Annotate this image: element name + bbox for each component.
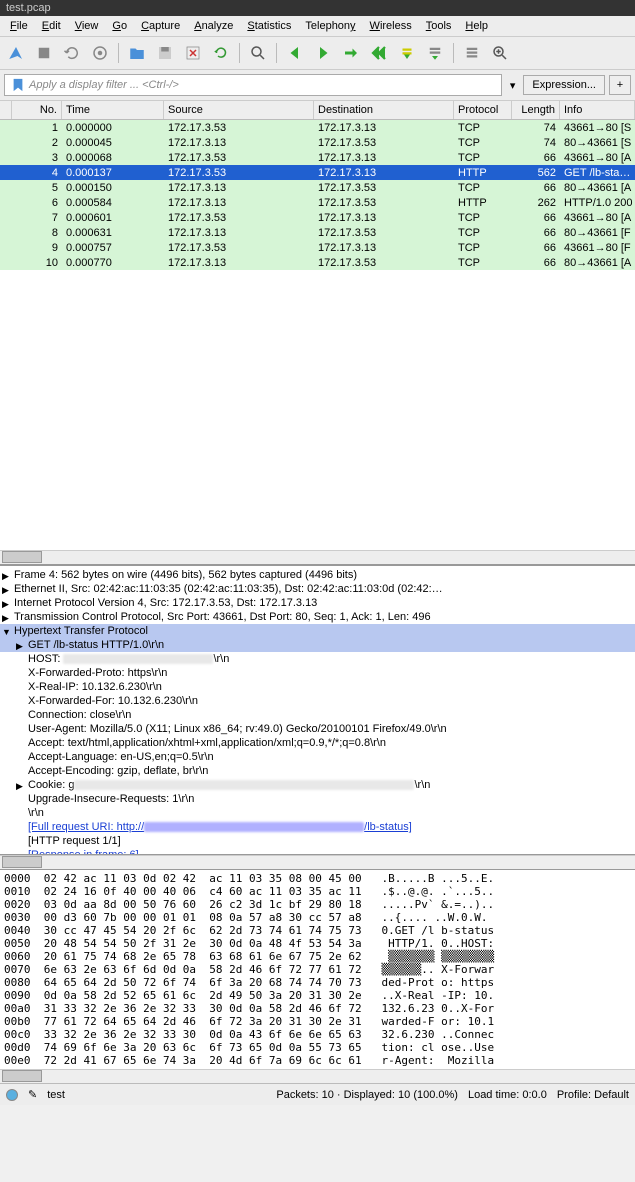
packet-row[interactable]: 30.000068172.17.3.53172.17.3.13TCP664366…	[0, 150, 635, 165]
next-icon[interactable]	[311, 41, 335, 65]
goto-icon[interactable]	[339, 41, 363, 65]
packet-row[interactable]: →40.000137172.17.3.53172.17.3.13HTTP562G…	[0, 165, 635, 180]
menu-capture[interactable]: Capture	[135, 18, 186, 34]
last-icon[interactable]	[395, 41, 419, 65]
menu-tools[interactable]: Tools	[420, 18, 458, 34]
detail-xri[interactable]: X-Real-IP: 10.132.6.230\r\n	[0, 680, 635, 694]
detail-acclang[interactable]: Accept-Language: en-US,en;q=0.5\r\n	[0, 750, 635, 764]
detail-http[interactable]: ▼Hypertext Transfer Protocol	[0, 624, 635, 638]
menu-statistics[interactable]: Statistics	[241, 18, 297, 34]
detail-upgrade[interactable]: Upgrade-Insecure-Requests: 1\r\n	[0, 792, 635, 806]
filter-toolbar: Apply a display filter ... <Ctrl-/> ▾ Ex…	[0, 70, 635, 101]
detail-req-num[interactable]: [HTTP request 1/1]	[0, 834, 635, 848]
col-source[interactable]: Source	[164, 101, 314, 119]
restart-icon[interactable]	[60, 41, 84, 65]
packet-row[interactable]: 50.000150172.17.3.13172.17.3.53TCP6680→4…	[0, 180, 635, 195]
options-icon[interactable]	[88, 41, 112, 65]
status-load: Load time: 0:0.0	[468, 1089, 547, 1101]
detail-full-uri[interactable]: [Full request URI: http:///lb-status]	[0, 820, 635, 834]
packet-row[interactable]: 20.000045172.17.3.13172.17.3.53TCP7480→4…	[0, 135, 635, 150]
detail-ethernet[interactable]: ▶Ethernet II, Src: 02:42:ac:11:03:35 (02…	[0, 582, 635, 596]
col-length[interactable]: Length	[512, 101, 560, 119]
first-icon[interactable]	[367, 41, 391, 65]
detail-cookie[interactable]: ▶Cookie: g\r\n	[0, 778, 635, 792]
packet-row[interactable]: 10.000000172.17.3.53172.17.3.13TCP744366…	[0, 120, 635, 135]
main-toolbar	[0, 37, 635, 70]
status-file: test	[47, 1089, 65, 1101]
detail-tcp[interactable]: ▶Transmission Control Protocol, Src Port…	[0, 610, 635, 624]
colorize-icon[interactable]	[460, 41, 484, 65]
detail-xff[interactable]: X-Forwarded-For: 10.132.6.230\r\n	[0, 694, 635, 708]
packet-list-header[interactable]: No. Time Source Destination Protocol Len…	[0, 101, 635, 120]
menu-view[interactable]: View	[69, 18, 105, 34]
packet-row[interactable]: 100.000770172.17.3.13172.17.3.53TCP6680→…	[0, 255, 635, 270]
status-bar: ✎ test Packets: 10 · Displayed: 10 (100.…	[0, 1083, 635, 1105]
open-icon[interactable]	[125, 41, 149, 65]
col-time[interactable]: Time	[62, 101, 164, 119]
menu-edit[interactable]: Edit	[36, 18, 67, 34]
detail-crlf[interactable]: \r\n	[0, 806, 635, 820]
detail-ip[interactable]: ▶Internet Protocol Version 4, Src: 172.1…	[0, 596, 635, 610]
add-filter-button[interactable]: +	[609, 75, 631, 95]
col-no[interactable]: No.	[12, 101, 62, 119]
autoscroll-icon[interactable]	[423, 41, 447, 65]
prev-icon[interactable]	[283, 41, 307, 65]
detail-resp-frame[interactable]: [Response in frame: 6]	[0, 848, 635, 855]
packet-row[interactable]: 70.000601172.17.3.53172.17.3.13TCP664366…	[0, 210, 635, 225]
hex-hscroll[interactable]	[0, 1069, 635, 1083]
packet-row[interactable]: 80.000631172.17.3.13172.17.3.53TCP6680→4…	[0, 225, 635, 240]
expert-info-icon[interactable]	[6, 1089, 18, 1101]
detail-accenc[interactable]: Accept-Encoding: gzip, deflate, br\r\n	[0, 764, 635, 778]
menu-go[interactable]: Go	[106, 18, 133, 34]
reload-icon[interactable]	[209, 41, 233, 65]
bookmark-icon	[11, 78, 25, 92]
col-info[interactable]: Info	[560, 101, 635, 119]
stop-icon[interactable]	[32, 41, 56, 65]
packet-details-pane[interactable]: ▶Frame 4: 562 bytes on wire (4496 bits),…	[0, 565, 635, 855]
capture-file-comments-icon[interactable]: ✎	[28, 1088, 37, 1101]
menu-file[interactable]: File	[4, 18, 34, 34]
display-filter-input[interactable]: Apply a display filter ... <Ctrl-/>	[4, 74, 502, 96]
menu-telephony[interactable]: Telephony	[299, 18, 361, 34]
detail-host[interactable]: HOST: \r\n	[0, 652, 635, 666]
status-packets: Packets: 10 · Displayed: 10 (100.0%)	[276, 1089, 458, 1101]
menu-wireless[interactable]: Wireless	[364, 18, 418, 34]
find-icon[interactable]	[246, 41, 270, 65]
window-title: test.pcap	[0, 0, 635, 16]
save-icon[interactable]	[153, 41, 177, 65]
menu-bar: File Edit View Go Capture Analyze Statis…	[0, 16, 635, 37]
shark-fin-icon[interactable]	[4, 41, 28, 65]
expression-button[interactable]: Expression...	[523, 75, 605, 95]
menu-help[interactable]: Help	[459, 18, 494, 34]
close-icon[interactable]	[181, 41, 205, 65]
detail-xfp[interactable]: X-Forwarded-Proto: https\r\n	[0, 666, 635, 680]
detail-frame[interactable]: ▶Frame 4: 562 bytes on wire (4496 bits),…	[0, 568, 635, 582]
detail-ua[interactable]: User-Agent: Mozilla/5.0 (X11; Linux x86_…	[0, 722, 635, 736]
status-profile[interactable]: Profile: Default	[557, 1089, 629, 1101]
zoom-in-icon[interactable]	[488, 41, 512, 65]
packet-list-pane[interactable]: No. Time Source Destination Protocol Len…	[0, 101, 635, 565]
col-dest[interactable]: Destination	[314, 101, 454, 119]
packet-row[interactable]: 90.000757172.17.3.53172.17.3.13TCP664366…	[0, 240, 635, 255]
packet-list-hscroll[interactable]	[0, 550, 635, 564]
detail-accept[interactable]: Accept: text/html,application/xhtml+xml,…	[0, 736, 635, 750]
dropdown-arrow-icon[interactable]: ▾	[506, 79, 520, 92]
menu-analyze[interactable]: Analyze	[188, 18, 239, 34]
packet-bytes-pane[interactable]: 0000 02 42 ac 11 03 0d 02 42 ac 11 03 35…	[0, 869, 635, 1069]
detail-get-line[interactable]: ▶GET /lb-status HTTP/1.0\r\n	[0, 638, 635, 652]
packet-row[interactable]: 60.000584172.17.3.13172.17.3.53HTTP262HT…	[0, 195, 635, 210]
col-proto[interactable]: Protocol	[454, 101, 512, 119]
details-hscroll[interactable]	[0, 855, 635, 869]
detail-conn[interactable]: Connection: close\r\n	[0, 708, 635, 722]
